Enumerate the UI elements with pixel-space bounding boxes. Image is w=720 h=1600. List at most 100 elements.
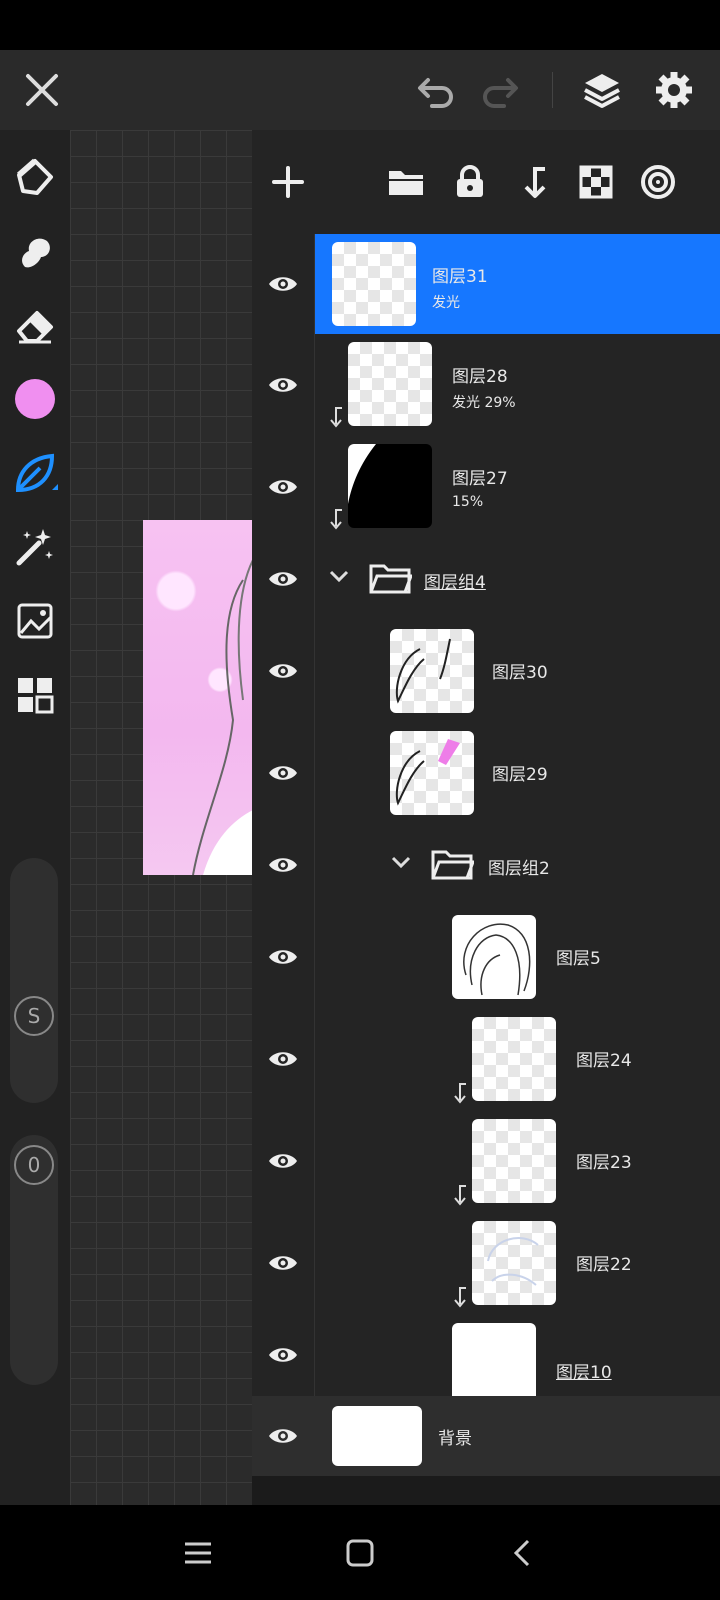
- layers-button[interactable]: [578, 66, 626, 114]
- group-name: 图层组2: [488, 859, 550, 879]
- smudge-tool[interactable]: [12, 228, 58, 274]
- brush-tool[interactable]: [12, 450, 58, 496]
- chevron-down-icon[interactable]: [328, 568, 350, 584]
- eye-icon: [269, 858, 297, 872]
- visibility-toggle[interactable]: [252, 722, 315, 824]
- layer-group-4[interactable]: 图层组4: [252, 538, 720, 621]
- image-edit-icon: [17, 603, 53, 639]
- recent-apps-button[interactable]: [178, 1533, 218, 1573]
- opacity-slider[interactable]: 0: [10, 1135, 58, 1385]
- clipping-mask-button[interactable]: [514, 162, 554, 202]
- smudge-icon: [22, 238, 50, 268]
- visibility-toggle[interactable]: [252, 538, 315, 620]
- layer-name: 图层28: [452, 367, 508, 387]
- layer-thumbnail: [452, 915, 536, 999]
- layer-name: 图层27: [452, 469, 508, 489]
- alpha-lock-button[interactable]: [576, 162, 616, 202]
- lock-layer-button[interactable]: [450, 162, 490, 202]
- visibility-toggle[interactable]: [252, 620, 315, 722]
- blend-mode-button[interactable]: [638, 162, 678, 202]
- app-screen: S 0 图层31 发光 图层28 发光 29% 图层27 15% 图层组4 图层…: [0, 0, 720, 1600]
- background-layer-row[interactable]: 背景: [252, 1396, 720, 1476]
- undo-button[interactable]: [412, 66, 460, 114]
- magic-wand-tool[interactable]: [12, 524, 58, 570]
- layers-panel: 图层31 发光 图层28 发光 29% 图层27 15% 图层组4 图层30 图…: [252, 130, 720, 1505]
- target-icon: [641, 165, 675, 199]
- menu-lines-icon: [185, 1542, 211, 1564]
- chevron-down-icon[interactable]: [390, 854, 412, 870]
- eye-icon: [269, 572, 297, 586]
- visibility-toggle[interactable]: [252, 1110, 315, 1212]
- magic-wand-icon: [16, 529, 53, 566]
- visibility-toggle[interactable]: [252, 1314, 315, 1396]
- top-bar: [0, 50, 720, 130]
- settings-button[interactable]: [650, 66, 698, 114]
- layer-row-23[interactable]: 图层23: [252, 1110, 720, 1213]
- grid-tool[interactable]: [12, 672, 58, 718]
- layer-name: 图层24: [576, 1051, 632, 1071]
- eraser-tool[interactable]: [12, 302, 58, 348]
- layer-thumbnail: [390, 629, 474, 713]
- layer-group-2[interactable]: 图层组2: [252, 824, 720, 907]
- character-sketch: [192, 559, 254, 876]
- eye-icon: [269, 950, 297, 964]
- home-button[interactable]: [340, 1533, 380, 1573]
- layer-row-22[interactable]: 图层22: [252, 1212, 720, 1315]
- visibility-toggle[interactable]: [252, 1396, 314, 1476]
- color-picker[interactable]: [12, 376, 58, 422]
- image-import-tool[interactable]: [12, 598, 58, 644]
- layer-name: 图层5: [556, 949, 601, 969]
- visibility-toggle[interactable]: [252, 334, 315, 436]
- opacity-slider-label: 0: [27, 1153, 41, 1177]
- layer-name: 图层31: [432, 267, 488, 287]
- visibility-toggle[interactable]: [252, 234, 315, 334]
- redo-icon: [483, 78, 518, 108]
- back-button[interactable]: [502, 1533, 542, 1573]
- close-button[interactable]: [18, 66, 66, 114]
- visibility-toggle[interactable]: [252, 906, 315, 1008]
- size-slider-thumb[interactable]: S: [14, 996, 54, 1036]
- visibility-toggle[interactable]: [252, 1008, 315, 1110]
- layer-row-30[interactable]: 图层30: [252, 620, 720, 723]
- layer-name: 图层22: [576, 1255, 632, 1275]
- visibility-toggle[interactable]: [252, 436, 315, 538]
- eye-icon: [269, 378, 297, 392]
- eraser-icon: [17, 311, 53, 344]
- system-nav-bar: [0, 1505, 720, 1600]
- redo-button[interactable]: [476, 66, 524, 114]
- toolbar-divider: [552, 72, 553, 108]
- eye-icon: [269, 1429, 297, 1443]
- artwork-preview: [143, 520, 254, 876]
- gear-icon: [656, 72, 692, 108]
- visibility-toggle[interactable]: [252, 824, 315, 906]
- layer-opacity: 15%: [452, 494, 484, 510]
- layer-row-5[interactable]: 图层5: [252, 906, 720, 1009]
- layer-row-27[interactable]: 图层27 15%: [252, 436, 720, 539]
- panel-footer: [252, 1476, 720, 1505]
- brush-size-slider[interactable]: S: [10, 858, 58, 1103]
- layer-row-29[interactable]: 图层29: [252, 722, 720, 825]
- layers-icon: [584, 74, 620, 108]
- folder-icon: [389, 171, 423, 195]
- layer-thumbnail: [472, 1119, 556, 1203]
- background-thumbnail: [332, 1406, 422, 1466]
- layer-thumbnail: [348, 342, 432, 426]
- add-folder-button[interactable]: [386, 162, 426, 202]
- add-layer-button[interactable]: [268, 162, 308, 202]
- layer-thumbnail: [348, 444, 432, 528]
- layer-row-31[interactable]: 图层31 发光: [252, 234, 720, 335]
- clip-indicator-icon: [330, 407, 342, 428]
- layer-row-24[interactable]: 图层24: [252, 1008, 720, 1111]
- undo-icon: [418, 78, 453, 108]
- folder-icon: [369, 564, 412, 594]
- pen-tool[interactable]: [12, 154, 58, 200]
- status-bar: [0, 0, 720, 50]
- clip-indicator-icon: [454, 1287, 466, 1308]
- layer-row-10[interactable]: 图层10: [252, 1314, 720, 1397]
- layer-row-28[interactable]: 图层28 发光 29%: [252, 334, 720, 437]
- opacity-slider-thumb[interactable]: 0: [14, 1145, 54, 1185]
- eye-icon: [269, 277, 297, 291]
- layer-thumbnail: [332, 242, 416, 326]
- clip-arrow-icon: [524, 167, 546, 198]
- visibility-toggle[interactable]: [252, 1212, 315, 1314]
